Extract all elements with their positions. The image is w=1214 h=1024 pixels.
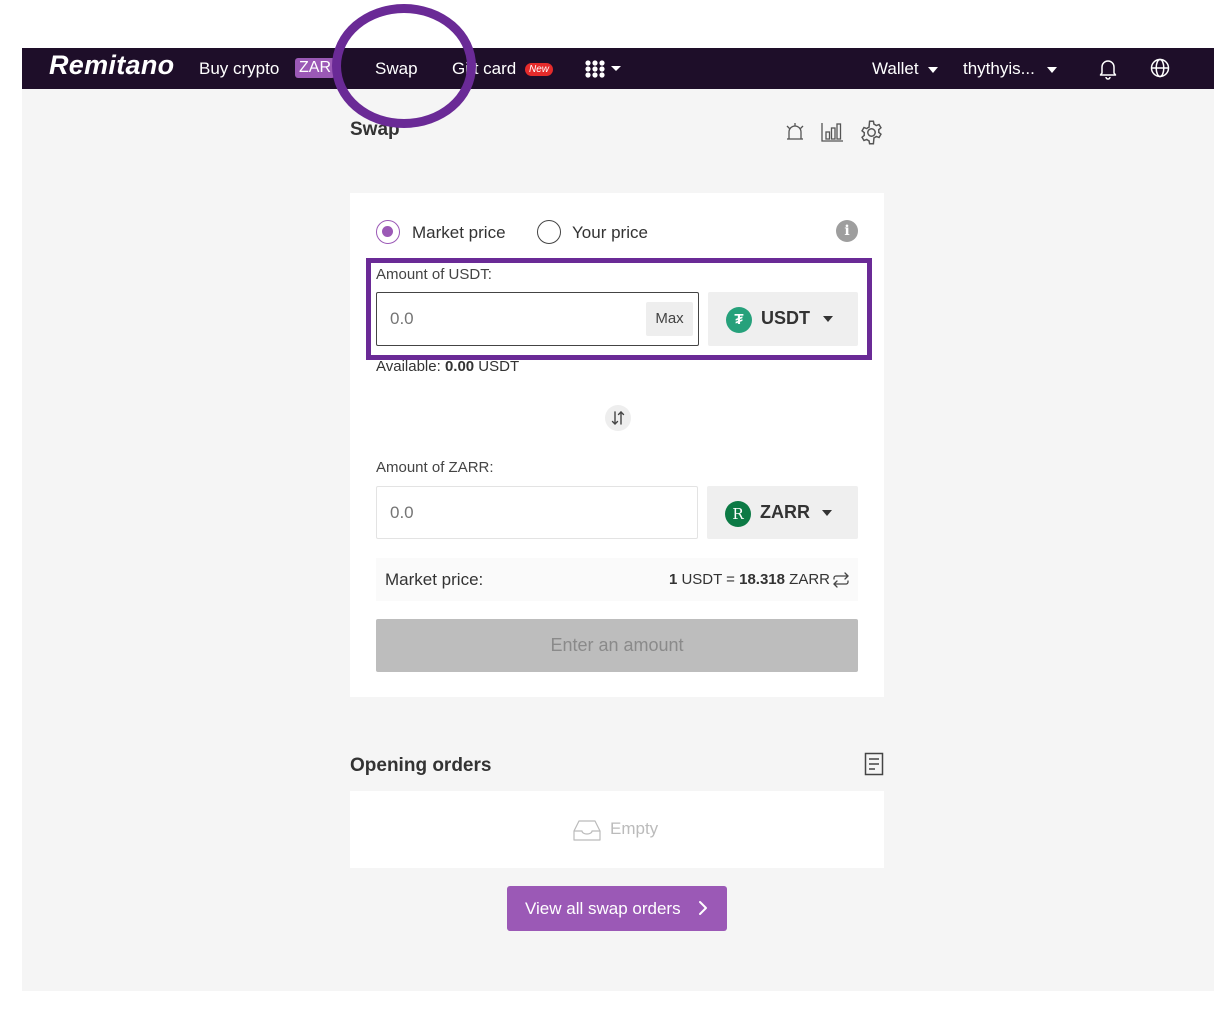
top-navbar: Remitano Buy crypto ZAR Swap Gift card N… [22,48,1214,89]
your-price-radio[interactable] [537,220,561,244]
your-price-label[interactable]: Your price [572,223,648,243]
alarm-icon[interactable] [784,121,806,143]
to-currency-select[interactable]: R ZARR [707,486,858,539]
price-rhs-unit: ZARR [785,571,830,588]
app-window: Remitano Buy crypto ZAR Swap Gift card N… [22,48,1214,991]
globe-icon[interactable] [1150,58,1170,78]
swap-direction-button[interactable] [605,405,631,431]
swap-arrows-icon [611,411,625,425]
annotation-highlight-box [366,258,872,360]
chevron-down-icon [1046,66,1057,73]
to-currency-label: ZARR [760,502,810,522]
order-history-icon[interactable] [864,752,884,776]
available-balance: Available: 0.00 USDT [376,358,519,375]
zar-badge[interactable]: ZAR [295,58,335,78]
remitano-logo[interactable]: Remitano [49,50,174,81]
market-price-value: 1 USDT = 18.318 ZARR [669,571,830,588]
view-all-swap-orders-button[interactable]: View all swap orders [507,886,727,931]
annotation-circle [332,4,476,128]
gear-icon[interactable] [858,119,885,146]
apps-grid-icon [585,60,621,78]
chart-icon[interactable] [820,121,844,143]
nav-buy-crypto[interactable]: Buy crypto [199,59,279,79]
available-amount: 0.00 [444,358,475,375]
apps-menu[interactable] [585,60,625,83]
submit-swap-button[interactable]: Enter an amount [376,619,858,672]
price-lhs-unit: USDT = [677,571,740,588]
nav-user-menu[interactable]: thythyis... [963,59,1057,79]
market-price-label[interactable]: Market price [412,223,506,243]
to-amount-input[interactable] [376,486,698,539]
market-price-row: Market price: 1 USDT = 18.318 ZARR [376,558,858,601]
bell-icon[interactable] [1098,58,1118,80]
chevron-right-icon [699,901,707,915]
zarr-coin-icon: R [725,501,751,527]
wallet-label: Wallet [872,59,919,78]
new-badge: New [525,63,554,76]
price-rhs-amount: 18.318 [739,571,785,588]
username-label: thythyis... [963,59,1035,78]
empty-inbox-icon [573,820,601,841]
to-amount-label: Amount of ZARR: [376,459,494,476]
view-all-label: View all swap orders [525,899,681,918]
market-price-label: Market price: [385,570,484,589]
invert-rate-icon[interactable] [832,571,850,589]
nav-wallet[interactable]: Wallet [872,59,938,79]
chevron-down-icon [822,510,832,516]
available-unit: USDT [474,358,520,375]
opening-orders-title: Opening orders [350,755,492,776]
info-icon[interactable]: i [836,220,858,242]
empty-state-text: Empty [610,819,659,838]
chevron-down-icon [927,66,938,73]
available-prefix: Available: [376,358,445,375]
market-price-radio[interactable] [376,220,400,244]
